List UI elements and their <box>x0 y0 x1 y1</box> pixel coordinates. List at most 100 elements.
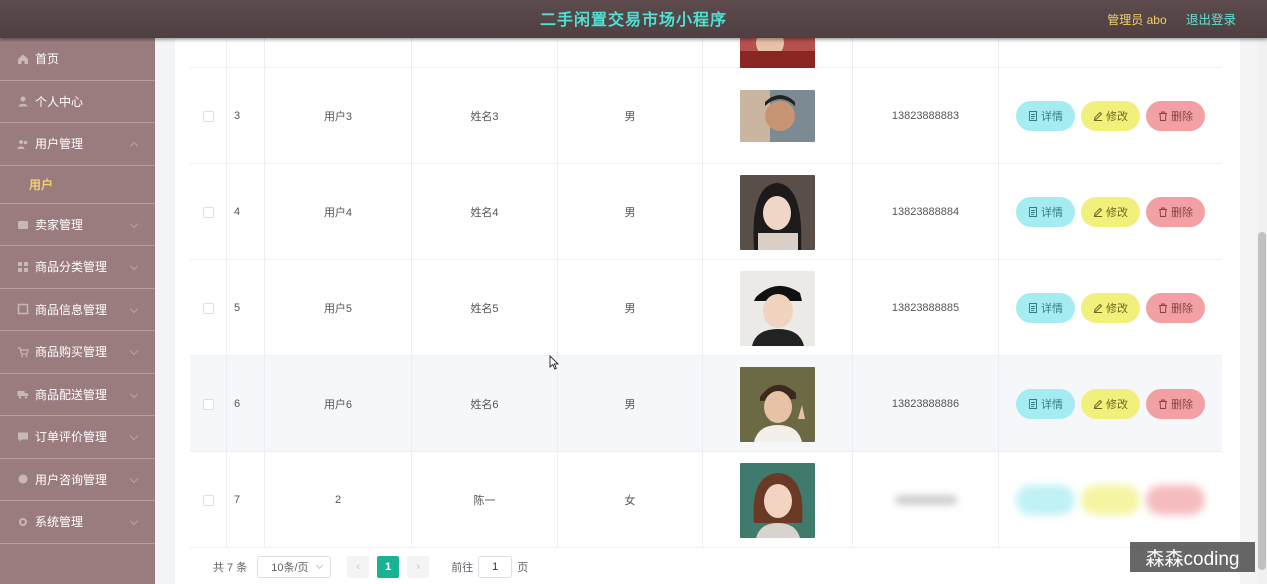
sidebar-item-review-management[interactable]: 订单评价管理 <box>0 416 155 459</box>
pencil-icon <box>1093 303 1103 313</box>
detail-button[interactable] <box>1016 485 1075 515</box>
page-number-button[interactable]: 1 <box>377 556 400 578</box>
detail-button[interactable]: 详情 <box>1016 293 1075 323</box>
table-row: 7 2 陈一 女 <box>190 452 1222 548</box>
row-checkbox[interactable] <box>202 110 214 122</box>
user-account: 用户5 <box>265 260 412 356</box>
trash-icon <box>1159 399 1167 409</box>
prev-page-button[interactable]: ‹ <box>347 556 370 578</box>
table-row <box>190 38 1222 68</box>
chevron-up-icon <box>129 141 139 151</box>
sidebar-item-purchase-management[interactable]: 商品购买管理 <box>0 331 155 374</box>
table-row: 5 用户5 姓名5 男 13823888885 详情 修改 删除 <box>190 260 1222 356</box>
goto-label: 前往 <box>451 562 474 574</box>
page-size-value: 10条/页 <box>271 562 309 574</box>
next-page-button[interactable]: › <box>407 556 430 578</box>
user-phone: 13823888885 <box>853 260 999 356</box>
page-size-select[interactable]: 10条/页 <box>257 556 332 578</box>
sidebar-item-label: 商品配送管理 <box>35 387 108 402</box>
user-sex: 男 <box>558 68 703 164</box>
sidebar-item-label: 商品购买管理 <box>35 345 108 360</box>
admin-label: 管理员 abo <box>1107 13 1167 27</box>
edit-button[interactable]: 修改 <box>1081 293 1140 323</box>
cart-icon <box>18 347 29 358</box>
delete-button[interactable]: 删除 <box>1146 101 1205 131</box>
pencil-icon <box>1093 111 1103 121</box>
sidebar: 首页 个人中心 用户管理 用户 卖家管理 商品分类管理 商品信息管理 商品购买管… <box>0 38 155 584</box>
header-user-area: 管理员 abo 退出登录 <box>1107 9 1236 28</box>
goto-suffix: 页 <box>517 562 529 574</box>
chevron-down-icon <box>129 474 139 483</box>
user-name: 姓名3 <box>412 68 558 164</box>
row-index: 4 <box>227 164 265 260</box>
edit-button[interactable]: 修改 <box>1081 389 1140 419</box>
trash-icon <box>1159 111 1167 121</box>
sidebar-item-label: 首页 <box>35 52 60 67</box>
delete-button[interactable] <box>1146 485 1205 515</box>
row-checkbox[interactable] <box>202 398 214 410</box>
detail-button[interactable]: 详情 <box>1016 389 1075 419</box>
pencil-icon <box>1093 399 1103 409</box>
user-photo <box>740 38 815 68</box>
document-icon <box>1029 207 1037 217</box>
sidebar-item-label: 系统管理 <box>35 515 84 530</box>
sidebar-item-label: 用户管理 <box>35 137 84 152</box>
sidebar-subitem-users[interactable]: 用户 <box>0 166 155 204</box>
document-icon <box>1029 399 1037 409</box>
sidebar-item-system-management[interactable]: 系统管理 <box>0 501 155 544</box>
home-icon <box>18 54 28 64</box>
user-photo <box>740 174 815 250</box>
sidebar-item-user-management[interactable]: 用户管理 <box>0 123 155 166</box>
user-name: 姓名4 <box>412 164 558 260</box>
edit-button[interactable] <box>1081 485 1140 515</box>
user-photo <box>740 462 815 538</box>
mouse-cursor-icon <box>549 355 559 370</box>
detail-button[interactable]: 详情 <box>1016 197 1075 227</box>
scrollbar-thumb[interactable] <box>1258 232 1266 570</box>
pencil-icon <box>1093 207 1103 217</box>
delete-button[interactable]: 删除 <box>1146 389 1205 419</box>
row-checkbox[interactable] <box>202 206 214 218</box>
user-photo <box>740 270 815 346</box>
user-name: 姓名5 <box>412 260 558 356</box>
delete-button[interactable]: 删除 <box>1146 197 1205 227</box>
seller-icon <box>18 221 28 230</box>
sidebar-item-label: 订单评价管理 <box>35 430 108 445</box>
row-checkbox[interactable] <box>202 494 214 506</box>
sidebar-item-category-management[interactable]: 商品分类管理 <box>0 246 155 289</box>
document-icon <box>1029 303 1037 313</box>
table-row: 3 用户3 姓名3 男 13823888883 详情 修改 删除 <box>190 68 1222 164</box>
sidebar-item-inquiry-management[interactable]: 用户咨询管理 <box>0 459 155 501</box>
sidebar-item-label: 用户咨询管理 <box>35 472 108 487</box>
top-bar: 二手闲置交易市场小程序 管理员 abo 退出登录 <box>0 0 1267 38</box>
user-sex: 男 <box>558 260 703 356</box>
sidebar-item-home[interactable]: 首页 <box>0 38 155 81</box>
app-title: 二手闲置交易市场小程序 <box>539 12 727 29</box>
sidebar-item-personal-center[interactable]: 个人中心 <box>0 81 155 123</box>
edit-button[interactable]: 修改 <box>1081 197 1140 227</box>
table-row: 4 用户4 姓名4 男 13823888884 详情 修改 删除 <box>190 164 1222 260</box>
sidebar-item-seller-management[interactable]: 卖家管理 <box>0 204 155 246</box>
edit-button[interactable]: 修改 <box>1081 101 1140 131</box>
chevron-right-icon: › <box>416 561 421 573</box>
goto-page-input[interactable]: 1 <box>478 556 513 578</box>
sidebar-item-goods-info-management[interactable]: 商品信息管理 <box>0 289 155 331</box>
sidebar-item-delivery-management[interactable]: 商品配送管理 <box>0 374 155 416</box>
scrollbar[interactable] <box>1257 38 1267 584</box>
truck-icon <box>17 391 29 399</box>
delete-button[interactable]: 删除 <box>1146 293 1205 323</box>
user-name: 陈一 <box>412 452 558 548</box>
row-index: 3 <box>227 68 265 164</box>
user-name: 姓名6 <box>412 356 558 452</box>
logout-link[interactable]: 退出登录 <box>1186 13 1236 27</box>
settings-icon <box>19 517 27 526</box>
chat-icon <box>18 474 28 484</box>
row-index: 6 <box>227 356 265 452</box>
main-content: 3 用户3 姓名3 男 13823888883 详情 修改 删除 4 用户4 姓… <box>155 38 1267 584</box>
chevron-down-icon <box>129 516 139 526</box>
user-phone: 13823888884 <box>853 164 999 260</box>
user-account: 用户6 <box>265 356 412 452</box>
row-checkbox[interactable] <box>202 302 214 314</box>
detail-button[interactable]: 详情 <box>1016 101 1075 131</box>
sidebar-item-label: 个人中心 <box>35 94 84 109</box>
